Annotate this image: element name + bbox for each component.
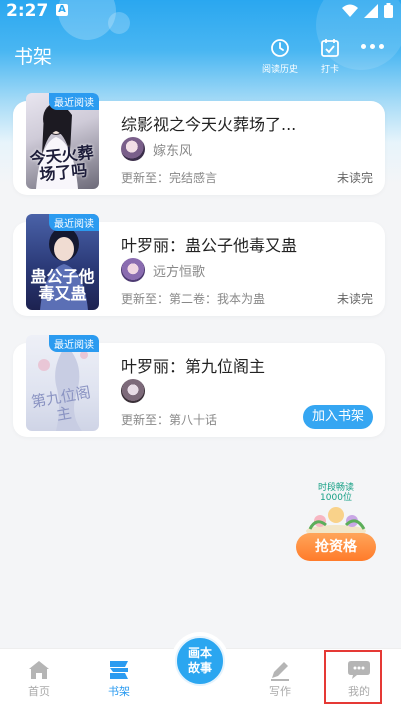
story-create-button[interactable]: 画本 故事 [171, 632, 229, 690]
recent-read-badge: 最近阅读 [49, 93, 99, 110]
nav-bookshelf[interactable]: 书架 [89, 657, 149, 699]
highlight-box [324, 650, 382, 704]
story-create-line2: 故事 [187, 661, 212, 675]
nav-write[interactable]: 写作 [250, 657, 310, 699]
cover-title-text: 今天火葬场了吗 [28, 142, 95, 185]
more-options-button[interactable] [361, 44, 387, 54]
book-title: 综影视之今天火葬场了... [121, 115, 297, 134]
recent-read-badge: 最近阅读 [49, 214, 99, 231]
book-cover[interactable]: 最近阅读 蛊公子他毒又蛊 [26, 214, 99, 310]
home-icon [29, 661, 49, 679]
promo-line1: 时段畅读 [317, 483, 354, 493]
story-create-badge: 画本 故事 [175, 636, 225, 686]
author-avatar [121, 379, 145, 403]
book-cover[interactable]: 最近阅读 今天火葬场了吗 [26, 93, 99, 189]
book-card[interactable]: 最近阅读 蛊公子他毒又蛊 叶罗丽：蛊公子他毒又蛊 远方恒歌 更新至：第二卷：我本… [13, 214, 385, 316]
author-avatar [121, 258, 145, 282]
add-to-shelf-button[interactable]: 加入书架 [303, 405, 373, 429]
signal-icon [364, 3, 378, 18]
update-info: 更新至：第八十话 [121, 413, 218, 427]
more-dot-icon [361, 44, 366, 49]
author-row: 远方恒歌 [121, 258, 205, 282]
status-bar: 2:27 A [0, 0, 401, 22]
grab-slot-button[interactable]: 抢资格 [296, 533, 376, 561]
book-card[interactable]: 最近阅读 第九位阁主 叶罗丽：第九位阁主 更新至：第八十话 加入书架 [13, 335, 385, 437]
book-title: 叶罗丽：蛊公子他毒又蛊 [121, 236, 298, 255]
status-time: 2:27 [6, 1, 49, 21]
update-info: 更新至：完结感言 [121, 171, 218, 185]
promo-heading: 时段畅读 1000位 [306, 483, 366, 503]
read-status: 未读完 [336, 171, 373, 185]
update-info: 更新至：第二卷：我本为蛊 [121, 292, 266, 306]
read-status: 未读完 [336, 292, 373, 306]
app-notification-icon: A [56, 4, 68, 16]
book-title: 叶罗丽：第九位阁主 [121, 357, 266, 376]
author-name: 远方恒歌 [153, 264, 206, 280]
more-dot-icon [379, 44, 384, 49]
checkin-label: 打卡 [320, 65, 339, 75]
book-card[interactable]: 最近阅读 今天火葬场了吗 综影视之今天火葬场了... 嫁东风 更新至：完结感言 … [13, 93, 385, 195]
wifi-icon [342, 4, 358, 17]
checkin-button[interactable]: 打卡 [320, 38, 340, 75]
reading-history-label: 阅读历史 [262, 65, 299, 75]
more-dot-icon [370, 44, 375, 49]
cover-title-text: 蛊公子他毒又蛊 [30, 267, 95, 303]
promo-widget[interactable]: 时段畅读 1000位 抢资格 [296, 483, 376, 563]
reading-history-button[interactable]: 阅读历史 [262, 38, 298, 75]
nav-write-label: 写作 [269, 685, 291, 698]
status-icons [342, 3, 393, 18]
story-create-line1: 画本 [187, 646, 212, 660]
recent-read-badge: 最近阅读 [49, 335, 99, 352]
page-title: 书架 [14, 46, 53, 68]
clock-icon [271, 39, 289, 57]
author-row [121, 379, 153, 403]
author-name: 嫁东风 [153, 143, 193, 159]
author-row: 嫁东风 [121, 137, 192, 161]
nav-home-label: 首页 [28, 685, 50, 698]
bookshelf-icon [110, 661, 128, 679]
calendar-check-icon [321, 39, 339, 57]
author-avatar [121, 137, 145, 161]
battery-icon [384, 3, 393, 18]
nav-bookshelf-label: 书架 [108, 685, 130, 698]
nav-home[interactable]: 首页 [9, 657, 69, 699]
pen-icon [271, 662, 289, 681]
book-cover[interactable]: 最近阅读 第九位阁主 [26, 335, 99, 431]
